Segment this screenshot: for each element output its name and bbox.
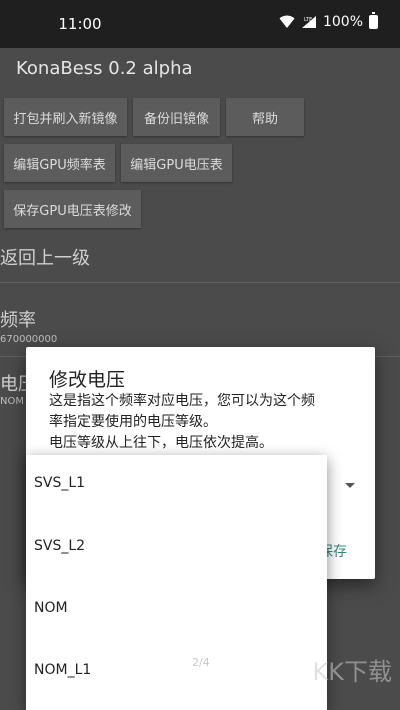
page-indicator: 2/4	[192, 656, 210, 669]
watermark-logo: KK下载	[313, 652, 392, 687]
cell-signal-icon: LTE	[301, 16, 316, 28]
lte-label: LTE	[304, 17, 312, 23]
app-title: KonaBess 0.2 alpha	[16, 58, 193, 79]
backup-old-image-button[interactable]: 备份旧镜像	[133, 98, 220, 136]
status-icons: LTE 100%	[279, 12, 378, 30]
list-divider	[0, 282, 400, 283]
dropdown-option-nom[interactable]: NOM	[34, 600, 68, 616]
wifi-icon	[279, 15, 295, 28]
app-toolbar: KonaBess 0.2 alpha	[0, 48, 400, 92]
status-bar: 11:00 LTE 100%	[0, 0, 400, 48]
dialog-message: 这是指这个频率对应电压，您可以为这个频 率指定要使用的电压等级。 电压等级从上往…	[49, 393, 315, 451]
edit-gpu-freq-table-button[interactable]: 编辑GPU频率表	[4, 144, 115, 182]
dropdown-option-nom-l1[interactable]: NOM_L1	[34, 662, 91, 678]
dropdown-option-svs-l1[interactable]: SVS_L1	[34, 475, 85, 491]
dropdown-arrow-icon[interactable]	[345, 483, 355, 488]
frequency-label: 频率	[0, 310, 36, 331]
voltage-value: NOM	[0, 396, 24, 407]
flash-new-image-button[interactable]: 打包并刷入新镜像	[4, 98, 127, 136]
battery-percent: 100%	[322, 14, 363, 30]
dialog-title: 修改电压	[49, 369, 126, 391]
voltage-dropdown-list: SVS_L1 SVS_L2 NOM NOM_L1 2/4	[26, 455, 327, 710]
frequency-value: 670000000	[0, 334, 58, 345]
back-to-parent-item[interactable]: 返回上一级	[0, 244, 90, 270]
save-gpu-voltage-changes-button[interactable]: 保存GPU电压表修改	[4, 190, 141, 228]
dropdown-option-svs-l2[interactable]: SVS_L2	[34, 538, 85, 554]
status-time: 11:00	[58, 15, 102, 33]
battery-icon	[369, 12, 378, 29]
edit-gpu-voltage-table-button[interactable]: 编辑GPU电压表	[121, 144, 232, 182]
watermark-text: KK下载	[312, 658, 392, 686]
help-button[interactable]: 帮助	[226, 98, 304, 136]
